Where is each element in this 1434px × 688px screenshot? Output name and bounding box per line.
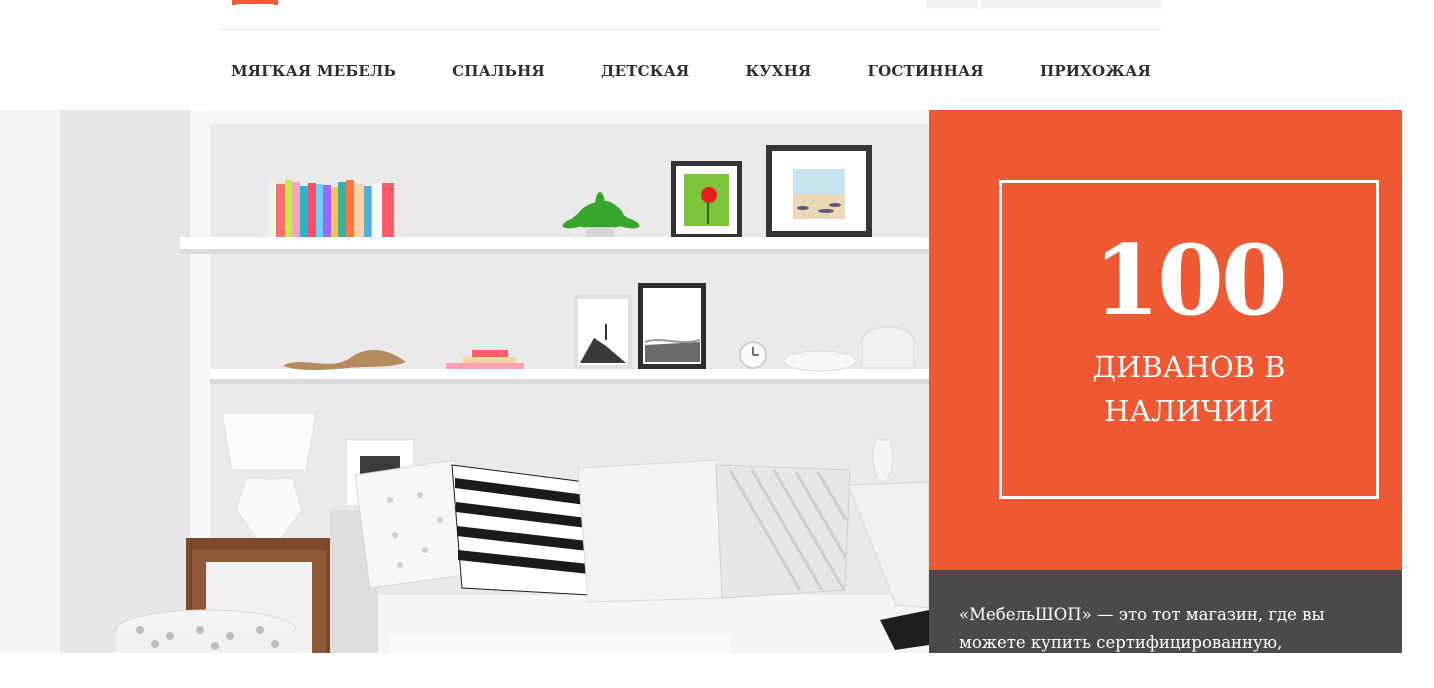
promo-caption: ДИВАНОВ В НАЛИЧИИ — [1092, 350, 1286, 428]
header-search-field[interactable] — [981, 0, 1161, 9]
nav-item-kitchen[interactable]: КУХНЯ — [746, 56, 812, 86]
logo-icon[interactable] — [232, 0, 278, 5]
logo-leg-right — [274, 0, 278, 5]
header-divider — [221, 29, 1161, 30]
hero-image — [0, 110, 929, 653]
nav-item-bedroom[interactable]: СПАЛЬНЯ — [452, 56, 545, 86]
header-top-button[interactable] — [926, 0, 978, 9]
promo-banner[interactable]: 100 ДИВАНОВ В НАЛИЧИИ — [929, 110, 1402, 570]
about-text: «МебельШОП» — это тот магазин, где вы мо… — [959, 605, 1325, 652]
promo-number: 100 — [1093, 224, 1287, 337]
nav-item-kids-room[interactable]: ДЕТСКАЯ — [601, 56, 689, 86]
nav-item-living-room[interactable]: ГОСТИННАЯ — [868, 56, 984, 86]
nav-item-soft-furniture[interactable]: МЯГКАЯ МЕБЕЛЬ — [231, 56, 396, 86]
main-navigation: МЯГКАЯ МЕБЕЛЬ СПАЛЬНЯ ДЕТСКАЯ КУХНЯ ГОСТ… — [221, 56, 1161, 86]
promo-frame: 100 ДИВАНОВ В НАЛИЧИИ — [999, 180, 1379, 499]
about-panel: «МебельШОП» — это тот магазин, где вы мо… — [929, 570, 1402, 653]
logo-bar — [236, 0, 274, 4]
nav-item-hallway[interactable]: ПРИХОЖАЯ — [1040, 56, 1151, 86]
